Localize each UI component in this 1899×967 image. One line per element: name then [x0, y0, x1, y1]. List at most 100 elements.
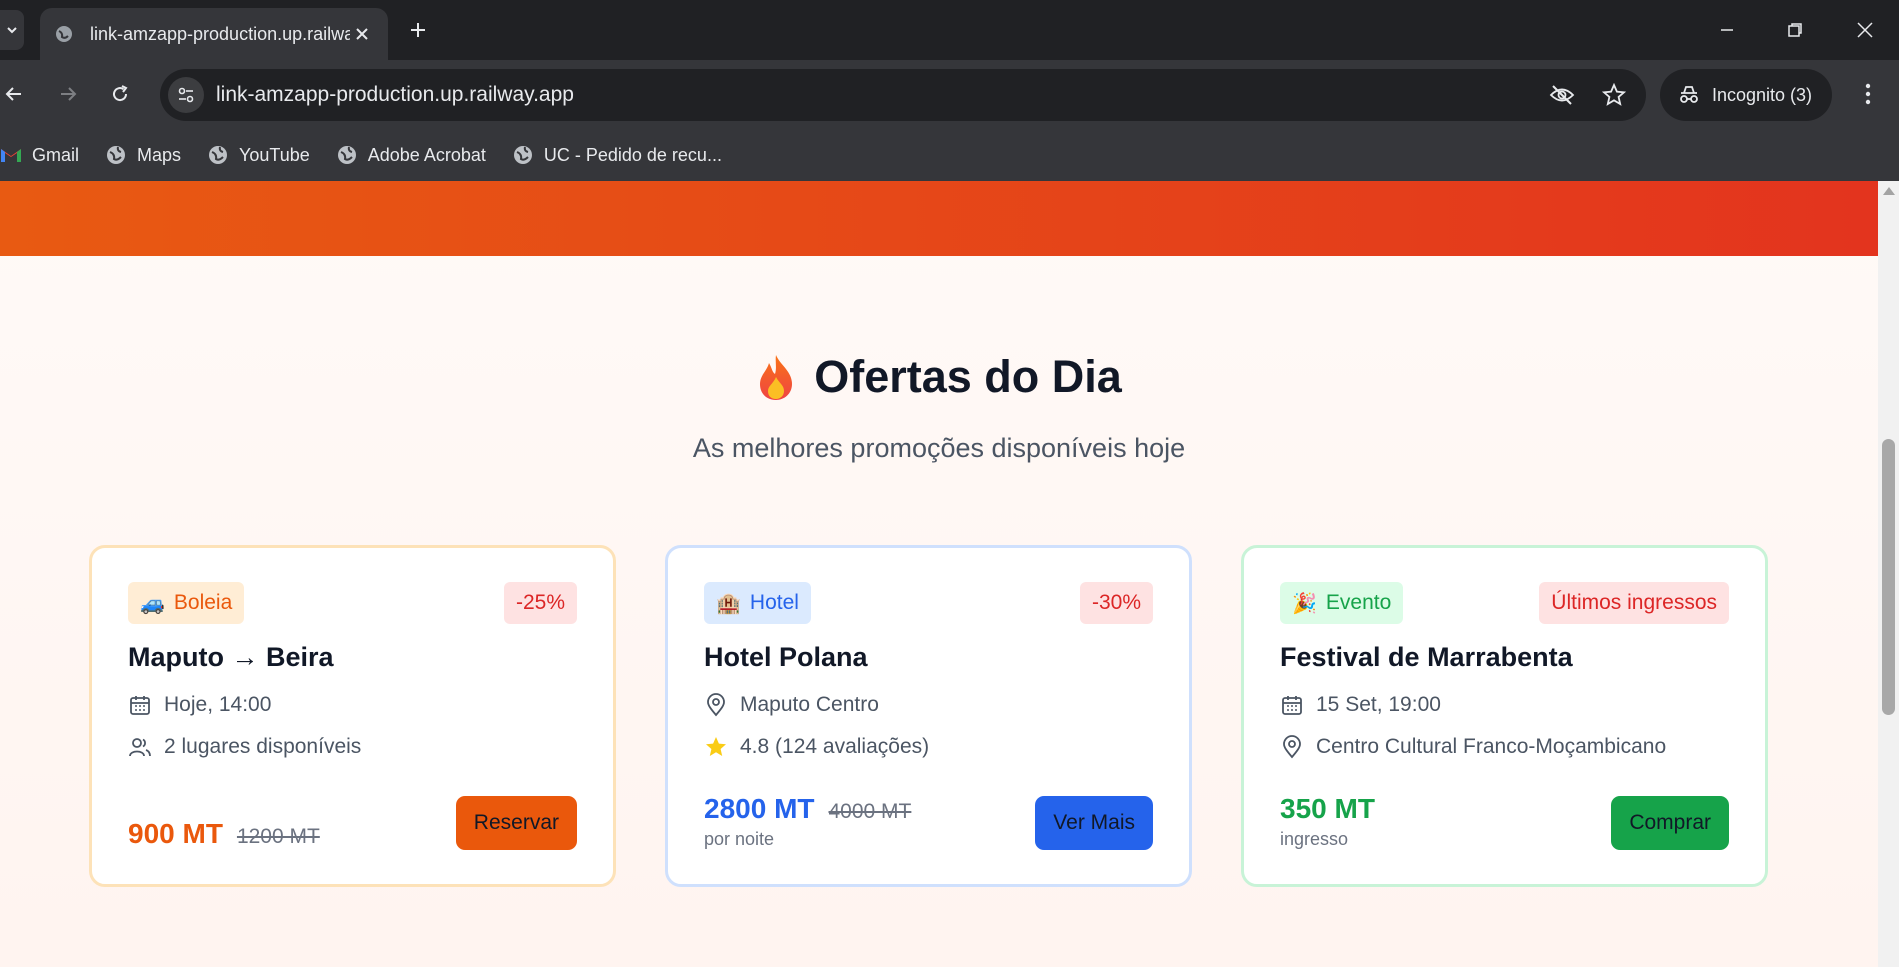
offer-meta-seats: 2 lugares disponíveis: [128, 731, 577, 762]
category-chip: 🏨 Hotel: [704, 582, 811, 624]
category-label: Boleia: [173, 591, 233, 614]
bookmark-label: UC - Pedido de recu...: [543, 144, 722, 165]
globe-icon: [56, 26, 72, 42]
section-subtitle: As melhores promoções disponíveis hoje: [692, 433, 1186, 463]
star-icon: [704, 735, 728, 759]
tab-strip: link-amzapp-production.up.railway.app: [0, 0, 1899, 60]
forward-button[interactable]: [48, 74, 88, 114]
new-tab-button[interactable]: [404, 16, 432, 44]
map-pin-icon: [1280, 734, 1304, 759]
browser-tab[interactable]: link-amzapp-production.up.railway.app: [40, 8, 388, 60]
price-block: 2800 MT 4000 MT por noite: [704, 793, 911, 850]
page-content: Ofertas do Dia As melhores promoções dis…: [0, 181, 1878, 967]
section-header: Ofertas do Dia: [0, 351, 1878, 403]
restore-icon: [1788, 23, 1802, 37]
price-unit: por noite: [704, 829, 775, 849]
urgency-badge: Últimos ingressos: [1539, 582, 1729, 624]
category-chip: 🚙 Boleia: [128, 582, 245, 624]
minimize-button[interactable]: [1707, 10, 1747, 50]
hero-banner-bottom: [0, 181, 1878, 256]
back-arrow-icon: [5, 87, 21, 101]
page-scrollbar[interactable]: [1878, 181, 1899, 967]
close-window-button[interactable]: [1845, 10, 1885, 50]
bookmark-adobe-acrobat[interactable]: Adobe Acrobat: [336, 137, 486, 173]
gmail-icon: [1, 149, 21, 162]
globe-icon: [513, 146, 532, 164]
offer-card-hotel[interactable]: 🏨 Hotel -30% Hotel Polana Maputo Centro …: [665, 545, 1192, 887]
bookmark-youtube[interactable]: YouTube: [207, 137, 310, 173]
bookmark-maps[interactable]: Maps: [105, 137, 181, 173]
reload-button[interactable]: [100, 74, 140, 114]
scroll-up-icon[interactable]: [1883, 187, 1895, 195]
bookmark-gmail[interactable]: Gmail: [0, 137, 79, 173]
incognito-badge[interactable]: Incognito (3): [1660, 69, 1832, 121]
restore-button[interactable]: [1775, 10, 1815, 50]
globe-icon: [107, 146, 126, 164]
offer-meta-text: 4.8 (124 avaliações): [740, 734, 930, 758]
bookmark-label: Maps: [137, 144, 182, 165]
chevron-down-icon: [7, 27, 17, 34]
current-price: 2800 MT: [704, 793, 815, 824]
map-pin-icon: [704, 692, 728, 717]
tab-search-button[interactable]: [0, 10, 24, 50]
offer-title: Festival de Marrabenta: [1280, 642, 1573, 672]
offer-meta-rating: 4.8 (124 avaliações): [704, 731, 1153, 762]
back-button[interactable]: [0, 74, 34, 114]
current-price: 900 MT: [128, 818, 223, 849]
offer-meta-location: Maputo Centro: [704, 689, 1153, 720]
car-icon: 🚙: [140, 592, 165, 615]
old-price: 4000 MT: [828, 800, 912, 823]
address-bar[interactable]: link-amzapp-production.up.railway.app: [160, 69, 1646, 121]
offer-meta-text: Maputo Centro: [740, 692, 879, 716]
comprar-button[interactable]: Comprar: [1611, 796, 1729, 850]
old-price: 1200 MT: [236, 825, 320, 848]
tune-icon: [178, 87, 194, 103]
offer-meta-text: 2 lugares disponíveis: [164, 734, 362, 758]
forward-arrow-icon: [61, 87, 77, 101]
party-popper-icon: 🎉: [1292, 592, 1317, 615]
bookmark-uc-pedido[interactable]: UC - Pedido de recu...: [512, 137, 722, 173]
ver-mais-button[interactable]: Ver Mais: [1035, 796, 1153, 850]
bookmark-label: Gmail: [32, 144, 80, 165]
offer-title: Hotel Polana: [704, 642, 868, 672]
current-price: 350 MT: [1280, 793, 1375, 824]
minimize-icon: [1721, 29, 1733, 31]
eye-off-icon[interactable]: [1546, 79, 1578, 111]
offer-meta-text: Hoje, 14:00: [164, 692, 272, 716]
site-info-button[interactable]: [168, 77, 204, 113]
offer-meta-datetime: Hoje, 14:00: [128, 689, 577, 720]
more-vertical-icon: [1865, 83, 1871, 105]
reload-icon: [113, 85, 128, 102]
price-unit: ingresso: [1280, 829, 1349, 849]
offer-meta-text: 15 Set, 19:00: [1316, 692, 1441, 716]
incognito-icon: [1680, 86, 1698, 103]
bookmark-label: Adobe Acrobat: [367, 144, 486, 165]
fire-icon: [760, 355, 793, 400]
calendar-icon: [1280, 693, 1304, 717]
bookmark-star-icon[interactable]: [1598, 79, 1630, 111]
users-icon: [128, 735, 152, 759]
close-tab-icon[interactable]: [350, 22, 374, 46]
offer-meta-location: Centro Cultural Franco-Moçambicano: [1280, 731, 1729, 762]
incognito-label: Incognito (3): [1712, 84, 1813, 105]
globe-icon: [337, 146, 356, 164]
section-title: Ofertas do Dia: [814, 351, 1122, 402]
offer-meta-text: Centro Cultural Franco-Moçambicano: [1316, 734, 1667, 758]
bookmarks-bar: Gmail Maps YouTube Adobe Acrobat UC - Pe…: [0, 129, 1899, 181]
browser-toolbar: link-amzapp-production.up.railway.app In…: [0, 60, 1899, 129]
tab-title: link-amzapp-production.up.railway.app: [90, 23, 350, 44]
category-label: Hotel: [749, 591, 799, 614]
scrollbar-thumb[interactable]: [1882, 439, 1895, 715]
offer-meta-datetime: 15 Set, 19:00: [1280, 689, 1729, 720]
offer-card-boleia[interactable]: 🚙 Boleia -25% Maputo → Beira Hoje, 14:00…: [89, 545, 616, 887]
offer-title: Maputo → Beira: [128, 642, 334, 672]
bookmark-label: YouTube: [239, 144, 310, 165]
offer-card-evento[interactable]: 🎉 Evento Últimos ingressos Festival de M…: [1241, 545, 1768, 887]
price-block: 900 MT 1200 MT: [128, 818, 320, 850]
url-text[interactable]: link-amzapp-production.up.railway.app: [216, 83, 574, 107]
browser-menu-button[interactable]: [1848, 74, 1888, 114]
discount-badge: -25%: [503, 582, 577, 624]
price-block: 350 MT ingresso: [1280, 793, 1375, 850]
reservar-button[interactable]: Reservar: [455, 796, 577, 850]
plus-icon: [411, 23, 425, 37]
